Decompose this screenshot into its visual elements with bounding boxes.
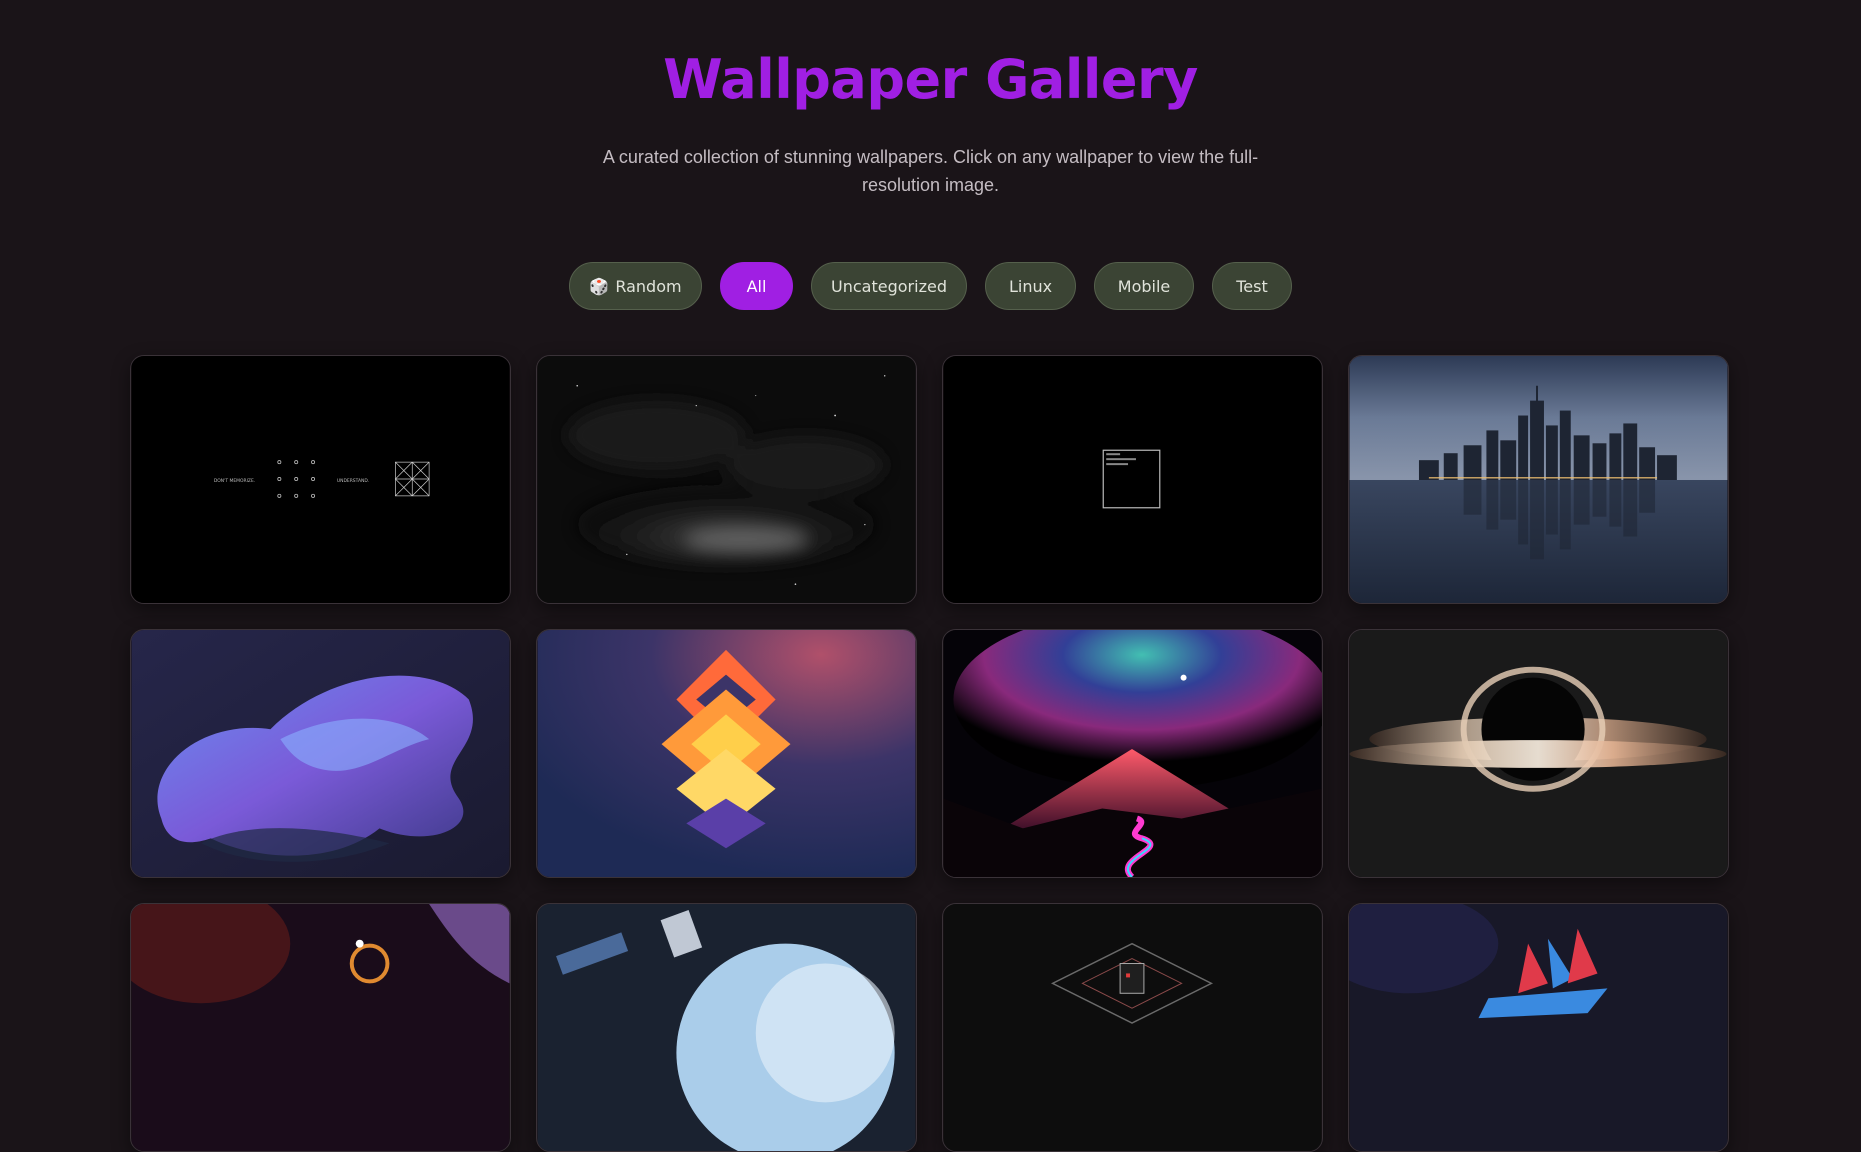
filter-bar: 🎲 Random All Uncategorized Linux Mobile … [0,262,1861,312]
wallpaper-card[interactable] [536,629,917,878]
wallpaper-card[interactable] [130,903,511,1152]
wallpaper-grid: DON'T MEMORIZE. UNDERSTAND. [130,355,1729,1152]
wallpaper-thumbnail [537,630,916,877]
filter-uncategorized-button[interactable]: Uncategorized [811,262,967,310]
wallpaper-thumbnail [943,630,1322,877]
filter-label: All [746,276,767,296]
page-subtitle: A curated collection of stunning wallpap… [602,147,1259,195]
wallpaper-card[interactable] [536,903,917,1152]
filter-label: Test [1236,276,1268,296]
wallpaper-card[interactable] [536,355,917,604]
wallpaper-thumbnail: DON'T MEMORIZE. UNDERSTAND. [131,356,510,603]
wallpaper-thumbnail [943,904,1322,1151]
wallpaper-card[interactable] [942,355,1323,604]
wallpaper-thumbnail [131,630,510,877]
filter-label: Uncategorized [831,276,947,296]
wallpaper-card[interactable] [130,629,511,878]
wallpaper-card[interactable] [1348,629,1729,878]
wallpaper-card[interactable] [1348,355,1729,604]
wallpaper-card[interactable]: DON'T MEMORIZE. UNDERSTAND. [130,355,511,604]
wallpaper-thumbnail [1349,356,1728,603]
filter-label: Random [615,276,682,296]
wallpaper-thumbnail [537,356,916,603]
wallpaper-thumbnail [1349,630,1728,877]
filter-random-button[interactable]: 🎲 Random [569,262,702,310]
filter-linux-button[interactable]: Linux [985,262,1076,310]
filter-all-button[interactable]: All [720,262,793,310]
wallpaper-text: DON'T MEMORIZE. [214,478,255,484]
filter-label: Mobile [1117,276,1171,296]
wallpaper-thumbnail [1349,904,1728,1151]
filter-label: Linux [1008,276,1053,296]
wallpaper-card[interactable] [942,629,1323,878]
wallpaper-text: UNDERSTAND. [337,478,369,484]
wallpaper-card[interactable] [1348,903,1729,1152]
wallpaper-thumbnail [537,904,916,1151]
page-title: Wallpaper Gallery [663,48,1198,111]
wallpaper-card[interactable] [942,903,1323,1152]
dice-icon: 🎲 [589,276,610,296]
wallpaper-thumbnail [131,904,510,1151]
wallpaper-thumbnail [943,356,1322,603]
filter-test-button[interactable]: Test [1212,262,1292,310]
filter-mobile-button[interactable]: Mobile [1094,262,1194,310]
